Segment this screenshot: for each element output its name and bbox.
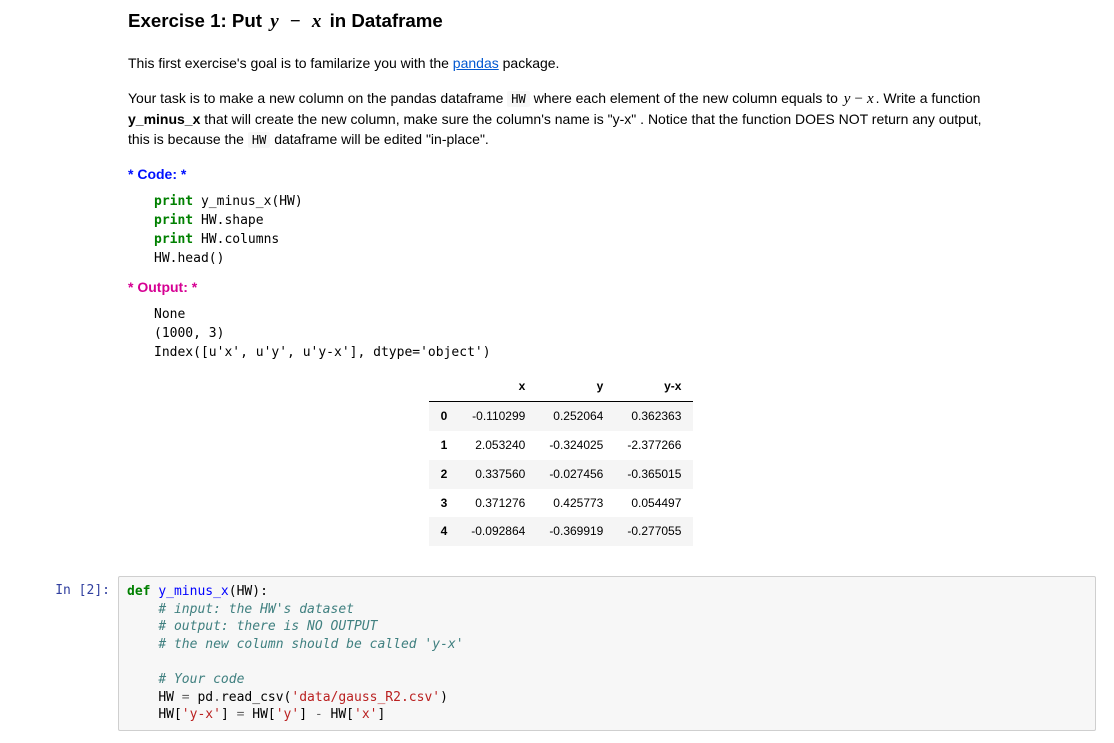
cell: 0.425773	[537, 489, 615, 518]
math-minus: −	[287, 11, 304, 32]
code-text: )	[440, 690, 448, 705]
string: 'y-x'	[182, 707, 221, 722]
title-suffix: in Dataframe	[330, 10, 443, 31]
col-header: y-x	[615, 372, 693, 401]
intro-paragraph-1: This first exercise's goal is to familar…	[128, 54, 994, 74]
col-header: y	[537, 372, 615, 401]
markdown-cell: Exercise 1: Put y − x in Dataframe This …	[0, 8, 1114, 546]
cell: 0.252064	[537, 402, 615, 431]
comment: # Your code	[158, 672, 244, 687]
math-y: y	[267, 11, 281, 32]
code-text: read_csv(	[221, 690, 291, 705]
output-label: * Output: *	[128, 278, 994, 298]
code-text: ]	[299, 707, 315, 722]
pandas-link[interactable]: pandas	[453, 55, 499, 71]
comment: # input: the HW's dataset	[158, 602, 354, 617]
operator: .	[213, 690, 221, 705]
table-row: 2 0.337560 -0.027456 -0.365015	[429, 460, 694, 489]
code-text: ]	[221, 707, 237, 722]
cell: -0.027456	[537, 460, 615, 489]
operator: =	[182, 690, 190, 705]
code-text: HW.columns	[193, 232, 279, 247]
code-text: HW.shape	[193, 213, 263, 228]
dataframe-table: x y y-x 0 -0.110299 0.252064 0.362363 1 …	[429, 372, 694, 546]
operator: =	[237, 707, 245, 722]
comment: # the new column should be called 'y-x'	[158, 637, 463, 652]
title-prefix: Exercise 1: Put	[128, 10, 267, 31]
page: Exercise 1: Put y − x in Dataframe This …	[0, 8, 1114, 743]
table-row: 4 -0.092864 -0.369919 -0.277055	[429, 517, 694, 546]
source-code: def y_minus_x(HW): # input: the HW's dat…	[127, 583, 1087, 723]
cell: 0.054497	[615, 489, 693, 518]
code-text: HW[	[323, 707, 354, 722]
cell: -0.365015	[615, 460, 693, 489]
code-cell: In [2]: def y_minus_x(HW): # input: the …	[0, 576, 1114, 730]
text: Your task is to make a new column on the…	[128, 90, 507, 106]
table-corner	[429, 372, 460, 401]
table-row: 1 2.053240 -0.324025 -2.377266	[429, 431, 694, 460]
row-index: 1	[429, 431, 460, 460]
intro-paragraph-2: Your task is to make a new column on the…	[128, 89, 994, 149]
text: where each element of the new column equ…	[530, 90, 842, 106]
cell: -0.092864	[459, 517, 537, 546]
cell: 0.337560	[459, 460, 537, 489]
code-block: print y_minus_x(HW) print HW.shape print…	[154, 193, 994, 268]
math-x: x	[309, 11, 325, 32]
code-text: pd	[190, 690, 213, 705]
string: 'data/gauss_R2.csv'	[291, 690, 440, 705]
text: package.	[499, 55, 560, 71]
string: 'y'	[276, 707, 299, 722]
text: . Write a function	[876, 90, 981, 106]
keyword: print	[154, 194, 193, 209]
math-x-inline: x	[865, 91, 876, 107]
cell: 2.053240	[459, 431, 537, 460]
text: This first exercise's goal is to familar…	[128, 55, 453, 71]
cell: 0.362363	[615, 402, 693, 431]
row-index: 2	[429, 460, 460, 489]
code-text: HW[	[158, 707, 181, 722]
input-prompt: In [2]:	[0, 576, 118, 730]
string: 'x'	[354, 707, 377, 722]
keyword: print	[154, 213, 193, 228]
col-header: x	[459, 372, 537, 401]
cell: -0.324025	[537, 431, 615, 460]
dataframe-output: x y y-x 0 -0.110299 0.252064 0.362363 1 …	[128, 372, 994, 546]
cell: -0.277055	[615, 517, 693, 546]
code-text: HW	[158, 690, 181, 705]
inline-code-hw-2: HW	[248, 132, 270, 148]
output-block: None (1000, 3) Index([u'x', u'y', u'y-x'…	[154, 306, 994, 363]
comment: # output: there is NO OUTPUT	[158, 619, 377, 634]
cell: -2.377266	[615, 431, 693, 460]
exercise-title: Exercise 1: Put y − x in Dataframe	[128, 8, 994, 36]
out-text: Index([u'x', u'y', u'y-x'], dtype='objec…	[154, 345, 491, 360]
cell: -0.369919	[537, 517, 615, 546]
operator: -	[315, 707, 323, 722]
code-label: * Code: *	[128, 165, 994, 185]
math-minus-inline: −	[852, 91, 864, 107]
cell: 0.371276	[459, 489, 537, 518]
row-index: 0	[429, 402, 460, 431]
inline-code-hw: HW	[507, 91, 529, 107]
code-input-area[interactable]: def y_minus_x(HW): # input: the HW's dat…	[118, 576, 1096, 730]
row-index: 3	[429, 489, 460, 518]
cell: -0.110299	[459, 402, 537, 431]
code-text: HW.head()	[154, 251, 224, 266]
out-text: None	[154, 307, 185, 322]
table-row: 0 -0.110299 0.252064 0.362363	[429, 402, 694, 431]
row-index: 4	[429, 517, 460, 546]
math-y-inline: y	[842, 91, 853, 107]
table-row: 3 0.371276 0.425773 0.054497	[429, 489, 694, 518]
fn-name-bold: y_minus_x	[128, 111, 200, 127]
code-text: y_minus_x(HW)	[193, 194, 303, 209]
text: dataframe will be edited "in-place".	[270, 131, 489, 147]
out-text: (1000, 3)	[154, 326, 224, 341]
keyword: print	[154, 232, 193, 247]
keyword: def	[127, 584, 150, 599]
code-text: (HW):	[229, 584, 268, 599]
code-text: HW[	[244, 707, 275, 722]
function-name: y_minus_x	[158, 584, 228, 599]
code-text: ]	[378, 707, 386, 722]
table-header-row: x y y-x	[429, 372, 694, 401]
